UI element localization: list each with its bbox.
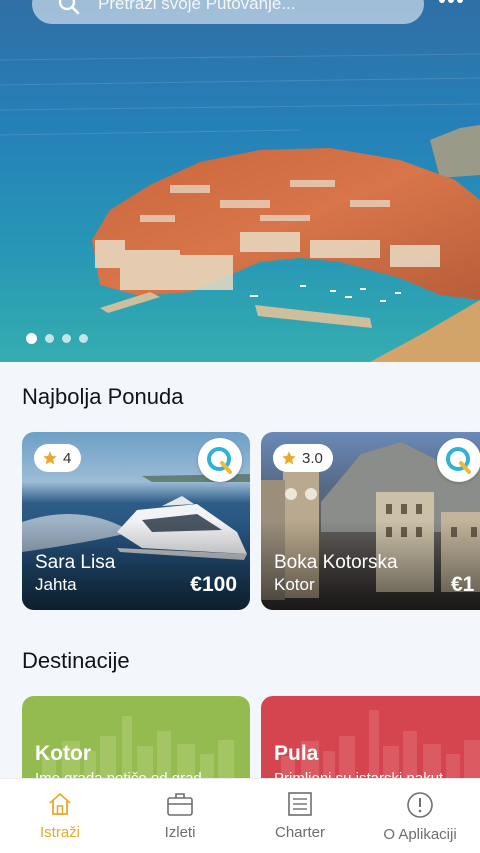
info-icon xyxy=(407,792,433,818)
offer-price: €100 xyxy=(190,573,237,596)
section-title-destinations: Destinacije xyxy=(22,648,130,673)
offer-name: Boka Kotorska xyxy=(274,552,398,573)
section-title-offers: Najbolja Ponuda xyxy=(22,384,184,409)
provider-logo xyxy=(198,438,242,482)
destination-name: Pula xyxy=(274,742,319,765)
rating-value: 3.0 xyxy=(302,449,323,467)
offer-card[interactable]: 4 Sara Lisa Jahta €100 xyxy=(22,432,250,610)
carousel-dot[interactable] xyxy=(79,334,88,343)
nav-label: O Aplikaciji xyxy=(383,826,457,843)
more-options-icon[interactable] xyxy=(436,0,466,8)
offer-subtitle: Jahta xyxy=(35,575,77,594)
search-bar[interactable] xyxy=(32,0,424,24)
hero-carousel[interactable] xyxy=(0,0,480,362)
offer-name: Sara Lisa xyxy=(35,552,116,573)
nav-item-istrazi[interactable]: Istraži xyxy=(0,779,120,853)
carousel-dot[interactable] xyxy=(26,333,37,344)
nav-item-charter[interactable]: Charter xyxy=(240,779,360,853)
carousel-dot[interactable] xyxy=(45,334,54,343)
offer-card[interactable]: 3.0 Boka Kotorska Kotor €1 xyxy=(261,432,480,610)
star-icon xyxy=(282,451,296,465)
nav-label: Istraži xyxy=(39,824,80,841)
hero-image xyxy=(0,0,480,362)
home-icon xyxy=(49,793,71,815)
nav-item-o-aplikaciji[interactable]: O Aplikaciji xyxy=(360,779,480,853)
offer-subtitle: Kotor xyxy=(274,575,315,594)
q-logo-icon xyxy=(446,447,471,474)
rating-badge: 3.0 xyxy=(273,444,333,472)
star-icon xyxy=(43,451,57,465)
nav-label: Charter xyxy=(274,824,326,841)
briefcase-icon xyxy=(167,793,193,816)
destination-name: Kotor xyxy=(35,742,91,765)
offer-price: €1 xyxy=(451,573,475,596)
search-icon xyxy=(58,0,80,15)
carousel-indicator xyxy=(26,333,88,344)
rating-badge: 4 xyxy=(34,444,82,472)
q-logo-icon xyxy=(207,447,232,474)
nav-item-izleti[interactable]: Izleti xyxy=(120,779,240,853)
list-icon xyxy=(288,792,312,816)
provider-logo xyxy=(437,438,480,482)
rating-value: 4 xyxy=(63,449,72,467)
carousel-dot[interactable] xyxy=(62,334,71,343)
nav-label: Izleti xyxy=(164,824,196,841)
search-input[interactable] xyxy=(98,0,398,14)
bottom-navigation: Istraži Izleti Charter O Aplikaciji xyxy=(0,778,480,853)
